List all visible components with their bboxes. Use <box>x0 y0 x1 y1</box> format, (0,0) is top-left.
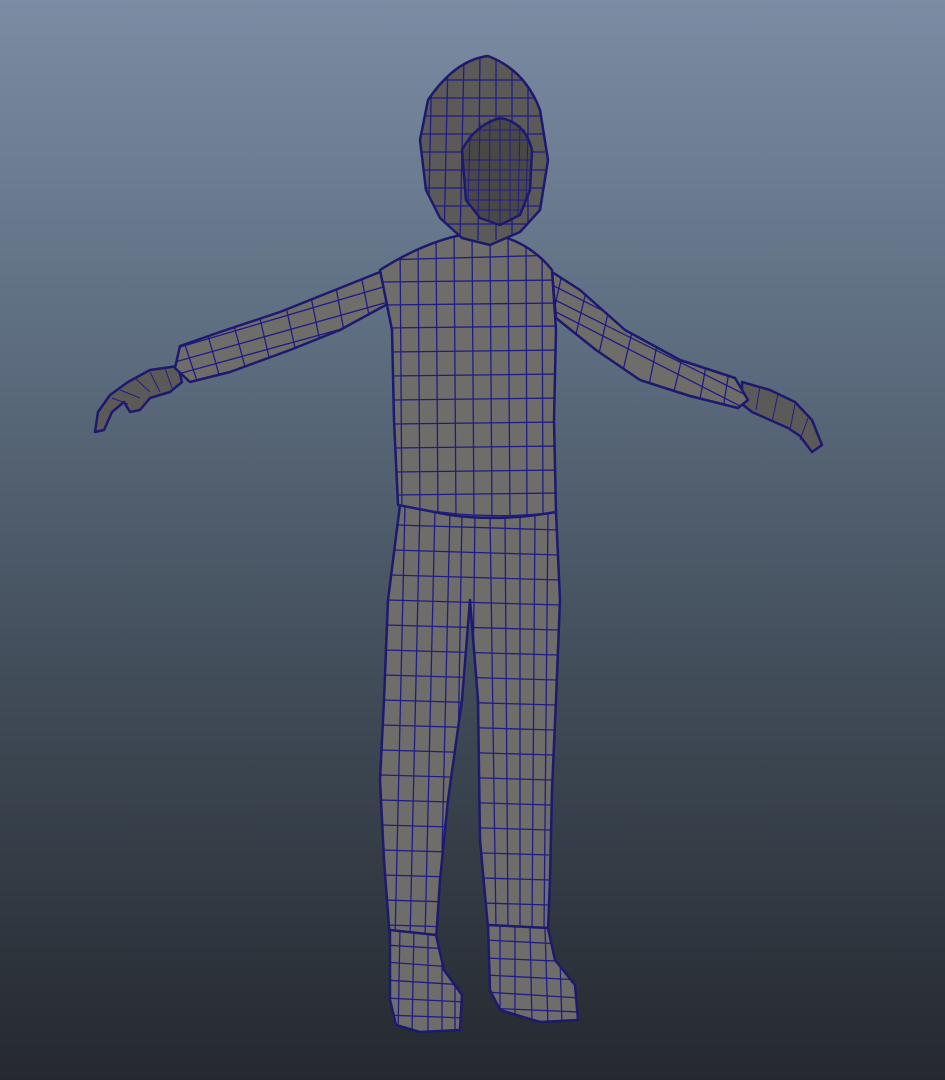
right-arm[interactable] <box>550 260 750 415</box>
right-hand[interactable] <box>740 380 824 454</box>
right-shoe[interactable] <box>485 923 580 1025</box>
pants[interactable] <box>378 503 562 942</box>
torso-hoodie[interactable] <box>378 230 560 520</box>
3d-viewport[interactable] <box>0 0 945 1080</box>
left-shoe[interactable] <box>385 928 465 1035</box>
face[interactable] <box>460 116 534 227</box>
left-arm[interactable] <box>170 270 397 390</box>
character-model[interactable] <box>0 0 945 1080</box>
left-hand[interactable] <box>93 364 184 434</box>
